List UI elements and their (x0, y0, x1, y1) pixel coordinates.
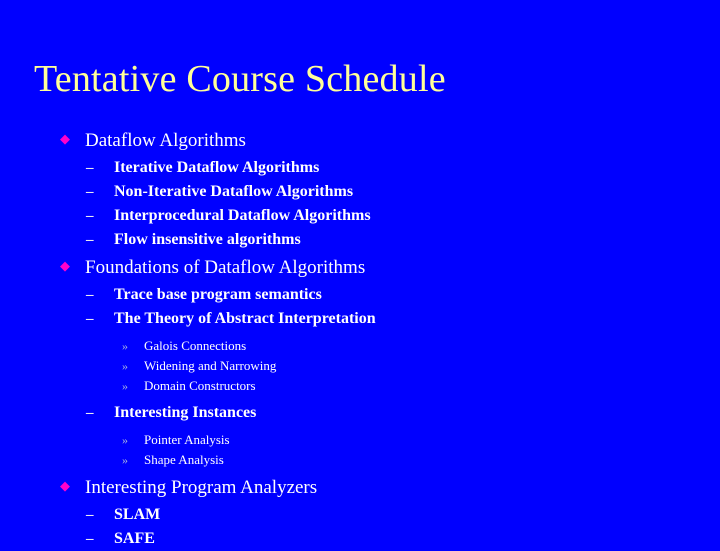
list-item-label: Widening and Narrowing (144, 358, 277, 373)
list-item: » Galois Connections (0, 336, 720, 356)
list-item-label: SAFE (114, 530, 155, 547)
dash-bullet-icon: – (86, 232, 94, 248)
dash-bullet-icon: – (86, 287, 94, 303)
page-title: Tentative Course Schedule (34, 58, 446, 100)
list-item-label: Non-Iterative Dataflow Algorithms (114, 183, 354, 200)
diamond-bullet-icon: ◆ (60, 131, 70, 146)
dash-bullet-icon: – (86, 208, 94, 224)
list-item: – Interprocedural Dataflow Algorithms (0, 204, 720, 228)
list-item: – SAFE (0, 527, 720, 551)
guillemet-bullet-icon: » (122, 433, 128, 447)
list-item-label: SLAM (114, 506, 161, 523)
list-item: » Widening and Narrowing (0, 356, 720, 376)
list-item: – Non-Iterative Dataflow Algorithms (0, 180, 720, 204)
list-item: » Domain Constructors (0, 376, 720, 396)
guillemet-bullet-icon: » (122, 453, 128, 467)
list-item-label: Shape Analysis (144, 452, 224, 467)
diamond-bullet-icon: ◆ (60, 478, 70, 493)
list-item-label: Iterative Dataflow Algorithms (114, 159, 320, 176)
list-item: » Shape Analysis (0, 450, 720, 470)
list-item: ◆ Interesting Program Analyzers (0, 475, 720, 502)
list-item-label: Dataflow Algorithms (85, 130, 246, 151)
list-item-label: Pointer Analysis (144, 432, 230, 447)
list-item-label: Flow insensitive algorithms (114, 231, 301, 248)
list-item: ◆ Foundations of Dataflow Algorithms (0, 255, 720, 282)
list-item-label: Foundations of Dataflow Algorithms (85, 257, 366, 278)
dash-bullet-icon: – (86, 160, 94, 176)
list-item: ◆ Dataflow Algorithms (0, 128, 720, 155)
dash-bullet-icon: – (86, 184, 94, 200)
dash-bullet-icon: – (86, 507, 94, 523)
list-item-label: Interesting Instances (114, 404, 257, 421)
dash-bullet-icon: – (86, 311, 94, 327)
guillemet-bullet-icon: » (122, 359, 128, 373)
list-item-label: Domain Constructors (144, 378, 256, 393)
list-item-label: Trace base program semantics (114, 286, 322, 303)
list-item: – Iterative Dataflow Algorithms (0, 156, 720, 180)
outline-body: ◆ Dataflow Algorithms – Iterative Datafl… (0, 128, 720, 551)
guillemet-bullet-icon: » (122, 379, 128, 393)
diamond-bullet-icon: ◆ (60, 258, 70, 273)
list-item: – SLAM (0, 503, 720, 527)
list-item: – The Theory of Abstract Interpretation (0, 307, 720, 331)
list-item: – Trace base program semantics (0, 283, 720, 307)
list-item: – Interesting Instances (0, 401, 720, 425)
list-item: – Flow insensitive algorithms (0, 228, 720, 252)
list-item-label: Interprocedural Dataflow Algorithms (114, 207, 371, 224)
list-item-label: Galois Connections (144, 338, 247, 353)
presentation-slide: Tentative Course Schedule ◆ Dataflow Alg… (0, 0, 720, 547)
list-item-label: The Theory of Abstract Interpretation (114, 310, 376, 327)
guillemet-bullet-icon: » (122, 339, 128, 353)
list-item-label: Interesting Program Analyzers (85, 477, 318, 498)
list-item: » Pointer Analysis (0, 430, 720, 450)
dash-bullet-icon: – (86, 405, 94, 421)
